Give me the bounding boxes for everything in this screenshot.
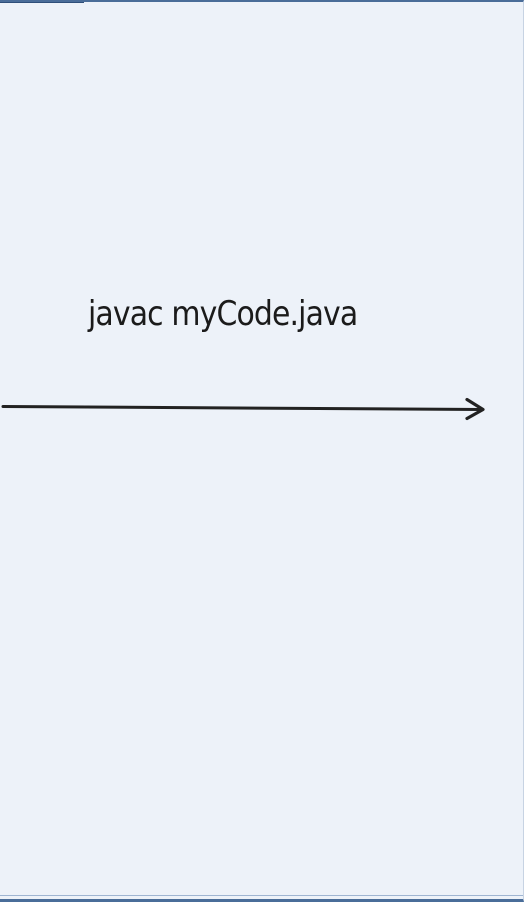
flow-arrow	[1, 397, 485, 421]
arrow-shaft	[1, 405, 484, 411]
top-edge-accent	[0, 2, 84, 3]
compile-command-label: javac myCode.java	[88, 294, 358, 334]
diagram-canvas: javac myCode.java	[0, 0, 524, 902]
bottom-edge-highlight	[0, 895, 523, 896]
